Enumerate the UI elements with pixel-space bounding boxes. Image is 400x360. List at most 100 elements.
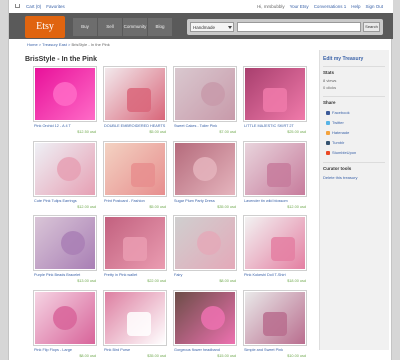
item-card[interactable]: Sugar Plum Party Dress $35.00 usd [173,140,237,211]
item-title[interactable]: LITTLE MAJESTIC SKIRT 2T [244,124,306,128]
tumblr-icon [326,140,330,145]
item-card[interactable]: Simple and Sweet Pink $10.00 usd [243,289,307,360]
item-title[interactable]: Sugar Plum Party Dress [174,199,236,203]
hatenade-icon [326,130,330,135]
item-title[interactable]: Print Postcard - Fashion [104,199,166,203]
item-title[interactable]: Pretty in Pink wallet [104,273,166,277]
item-image[interactable] [175,291,235,344]
share-facebook-link[interactable]: Facebook [326,110,350,115]
cart-icon[interactable] [15,4,21,9]
item-thumbnail[interactable] [243,289,307,346]
item-title[interactable]: Gorgeous flower headband [174,348,236,352]
item-card[interactable]: Sweet Cakes - Toiler Pink $7.00 usd [173,66,237,136]
nav-sell[interactable]: Sell [98,18,122,36]
item-price: $25.00 usd [287,130,306,134]
item-image[interactable] [175,217,235,269]
item-image[interactable] [35,291,95,344]
item-card[interactable]: Print Postcard - Fashion $5.00 usd [103,140,167,211]
share-twitter-link[interactable]: Twitter [326,120,344,125]
item-image[interactable] [245,291,305,344]
item-thumbnail[interactable] [103,215,167,271]
breadcrumb: Home > Treasury East > BrisStyle - In th… [27,42,110,47]
item-title[interactable]: Pink Bird Purse [104,348,166,352]
item-image[interactable] [105,142,165,195]
item-title[interactable]: Simple and Sweet Pink [244,348,306,352]
conversations-link[interactable]: Conversations 1 [314,4,347,9]
item-thumbnail[interactable] [173,215,237,271]
item-card[interactable]: Pretty in Pink wallet $22.00 usd [103,215,167,285]
nav-buy[interactable]: Buy [73,18,97,36]
item-title[interactable]: Pink Flip Flops - Large [34,348,96,352]
item-image-subject [193,156,217,181]
your-etsy-link[interactable]: Your Etsy [290,4,309,9]
item-card[interactable]: LITTLE MAJESTIC SKIRT 2T $25.00 usd [243,66,307,136]
item-card[interactable]: DOUBLE EMBROIDERED HEARTS $5.00 usd [103,66,167,136]
item-image[interactable] [35,142,95,195]
item-card[interactable]: Pink Bird Purse $35.00 usd [103,289,167,360]
item-image[interactable] [245,142,305,195]
share-hatenade-link[interactable]: Hatenade [326,130,349,135]
divider [323,66,385,67]
item-thumbnail[interactable] [243,140,307,197]
item-card[interactable]: Pink Kokeshi Doll T-Shirt $18.00 usd [243,215,307,285]
sign-out-link[interactable]: Sign Out [365,4,383,9]
item-image-subject [197,231,221,255]
item-thumbnail[interactable] [173,66,237,122]
item-thumbnail[interactable] [103,140,167,197]
item-thumbnail[interactable] [103,289,167,346]
item-title[interactable]: Pink Orchid 12 - A 4 T [34,124,96,128]
cart-link[interactable]: Cart (0) [26,4,41,9]
etsy-logo[interactable]: Etsy [25,16,65,38]
search-input[interactable] [237,22,361,32]
item-thumbnail[interactable] [173,289,237,346]
item-card[interactable]: Pink Orchid 12 - A 4 T $12.50 usd [33,66,97,136]
search-button[interactable]: Search [363,22,380,32]
item-thumbnail[interactable] [173,140,237,197]
item-card[interactable]: Purple Pink Beads Bracelet $13.00 usd [33,215,97,285]
item-card[interactable]: Fairy $8.00 usd [173,215,237,285]
item-price: $12.50 usd [77,130,96,134]
item-image[interactable] [105,68,165,120]
item-card[interactable]: Lavender tin wild blossom $12.00 usd [243,140,307,211]
share-tumblr-link[interactable]: Tumblr [326,140,344,145]
breadcrumb-treasury[interactable]: Treasury East [42,42,67,47]
edit-treasury-link[interactable]: Edit my Treasury [323,56,363,62]
item-title[interactable]: Lavender tin wild blossom [244,199,306,203]
item-image[interactable] [105,291,165,344]
item-card[interactable]: Cute Pink Tulips Earrings $12.00 usd [33,140,97,211]
item-image[interactable] [35,68,95,120]
item-title[interactable]: Cute Pink Tulips Earrings [34,199,96,203]
item-image-subject [127,88,151,112]
item-thumbnail[interactable] [103,66,167,122]
item-thumbnail[interactable] [33,215,97,271]
item-image[interactable] [245,217,305,269]
item-image[interactable] [35,217,95,269]
nav-blog[interactable]: Blog [148,18,172,36]
item-image[interactable] [175,68,235,120]
item-title[interactable]: Fairy [174,273,236,277]
item-title[interactable]: Sweet Cakes - Toiler Pink [174,124,236,128]
item-card[interactable]: Pink Flip Flops - Large $8.00 usd [33,289,97,360]
item-title[interactable]: DOUBLE EMBROIDERED HEARTS [104,124,166,128]
delete-treasury-link[interactable]: Delete this treasury [323,175,357,180]
item-title[interactable]: Pink Kokeshi Doll T-Shirt [244,273,306,277]
item-thumbnail[interactable] [33,289,97,346]
breadcrumb-home[interactable]: Home [27,42,38,47]
item-thumbnail[interactable] [243,66,307,122]
nav-community[interactable]: Community [123,18,147,36]
item-thumbnail[interactable] [243,215,307,271]
item-thumbnail[interactable] [33,140,97,197]
help-link[interactable]: Help [351,4,360,9]
item-price: $12.00 usd [77,204,96,209]
item-image[interactable] [105,217,165,269]
sidebar: Edit my Treasury Stats 8 views 0 clicks … [319,50,389,350]
item-image[interactable] [245,68,305,120]
favorites-link[interactable]: Favorites [46,4,65,9]
share-stumbleupon-link[interactable]: StumbleUpon [326,150,356,155]
item-image[interactable] [175,142,235,195]
item-title[interactable]: Purple Pink Beads Bracelet [34,273,96,277]
item-card[interactable]: Gorgeous flower headband $15.00 usd [173,289,237,360]
search-category-select[interactable]: Handmade [190,22,234,32]
item-price: $35.00 usd [217,204,236,209]
item-thumbnail[interactable] [33,66,97,122]
